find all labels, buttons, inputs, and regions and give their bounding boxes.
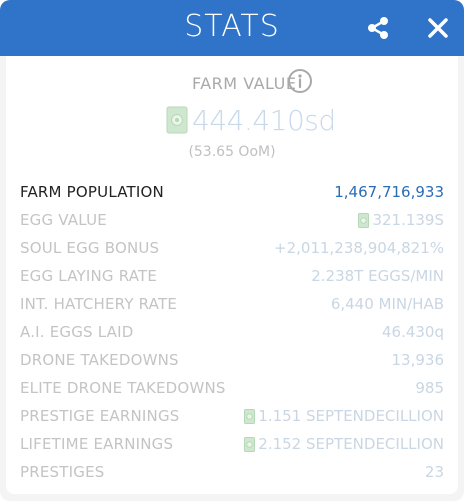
stat-row: EGG LAYING RATE 2.238T EGGS/MIN [20, 262, 444, 290]
stat-row: ELITE DRONE TAKEDOWNS 985 [20, 374, 444, 402]
farm-value: 444.410sd [166, 102, 336, 138]
stat-value: 321.139S [358, 211, 444, 229]
farm-value-oom: (53.65 OoM) [188, 144, 276, 160]
farm-value-amount: 444.410sd [192, 103, 336, 137]
stat-row: INT. HATCHERY RATE 6,440 MIN/HAB [20, 290, 444, 318]
stat-label: EGG VALUE [20, 211, 107, 229]
close-icon [428, 18, 448, 38]
share-icon [368, 17, 388, 39]
farm-value-label: FARM VALUE [192, 74, 297, 93]
stats-list: FARM POPULATION 1,467,716,933 EGG VALUE 321… [20, 178, 444, 486]
stat-label: A.I. EGGS LAID [20, 323, 134, 341]
share-button[interactable] [364, 14, 392, 42]
stat-row: LIFETIME EARNINGS 2.152 SEPTENDECILLION [20, 430, 444, 458]
stats-panel: FARM VALUE 444.410sd (53.65 OoM) FARM PO… [6, 56, 458, 494]
stat-label: LIFETIME EARNINGS [20, 435, 174, 453]
stat-value-text: 985 [415, 379, 444, 397]
info-icon [288, 69, 312, 93]
stat-row: SOUL EGG BONUS +2,011,238,904,821% [20, 234, 444, 262]
stat-value-text: 321.139S [372, 211, 444, 229]
stat-label: FARM POPULATION [20, 183, 164, 201]
stat-label: SOUL EGG BONUS [20, 239, 160, 257]
stat-value: 2.238T EGGS/MIN [311, 267, 444, 285]
stat-value: 46.430q [382, 323, 444, 341]
stat-row: FARM POPULATION 1,467,716,933 [20, 178, 444, 206]
stat-value: 23 [425, 463, 444, 481]
stat-label: PRESTIGES [20, 463, 105, 481]
stat-label: DRONE TAKEDOWNS [20, 351, 179, 369]
stat-label: ELITE DRONE TAKEDOWNS [20, 379, 226, 397]
stat-label: PRESTIGE EARNINGS [20, 407, 180, 425]
stat-value: 2.152 SEPTENDECILLION [244, 435, 444, 453]
info-button[interactable] [287, 68, 313, 94]
stat-value-text: 6,440 MIN/HAB [330, 295, 444, 313]
stat-value-text: 13,936 [391, 351, 445, 369]
stat-value-text: 1,467,716,933 [334, 183, 444, 201]
stat-value: 1.151 SEPTENDECILLION [244, 407, 444, 425]
stats-dialog: STATS FARM VALUE 444.410sd (53.65 OoM) F… [0, 0, 464, 501]
stat-row: PRESTIGE EARNINGS 1.151 SEPTENDECILLION [20, 402, 444, 430]
stat-row: DRONE TAKEDOWNS 13,936 [20, 346, 444, 374]
stat-value: 13,936 [392, 351, 445, 369]
dialog-title: STATS [184, 9, 280, 44]
stat-row: EGG VALUE 321.139S [20, 206, 444, 234]
money-icon [244, 436, 256, 452]
stat-value-text: 46.430q [381, 323, 444, 341]
stat-row: PRESTIGES 23 [20, 458, 444, 486]
money-icon [244, 408, 256, 424]
stat-value: +2,011,238,904,821% [274, 239, 444, 257]
stat-value-text: 1.151 SEPTENDECILLION [258, 407, 444, 425]
stat-value: 6,440 MIN/HAB [331, 295, 444, 313]
stat-value-text: 2.152 SEPTENDECILLION [258, 435, 444, 453]
money-icon [166, 106, 188, 134]
stat-value-text: 23 [424, 463, 444, 481]
stat-value-text: 2.238T EGGS/MIN [311, 267, 444, 285]
stat-value: 985 [415, 379, 444, 397]
stat-value-text: +2,011,238,904,821% [274, 239, 444, 257]
stat-value: 1,467,716,933 [334, 183, 444, 201]
header-bar: STATS [0, 0, 464, 56]
stat-label: INT. HATCHERY RATE [20, 295, 177, 313]
money-icon [358, 212, 370, 228]
stat-label: EGG LAYING RATE [20, 267, 158, 285]
stat-row: A.I. EGGS LAID 46.430q [20, 318, 444, 346]
close-button[interactable] [424, 14, 452, 42]
